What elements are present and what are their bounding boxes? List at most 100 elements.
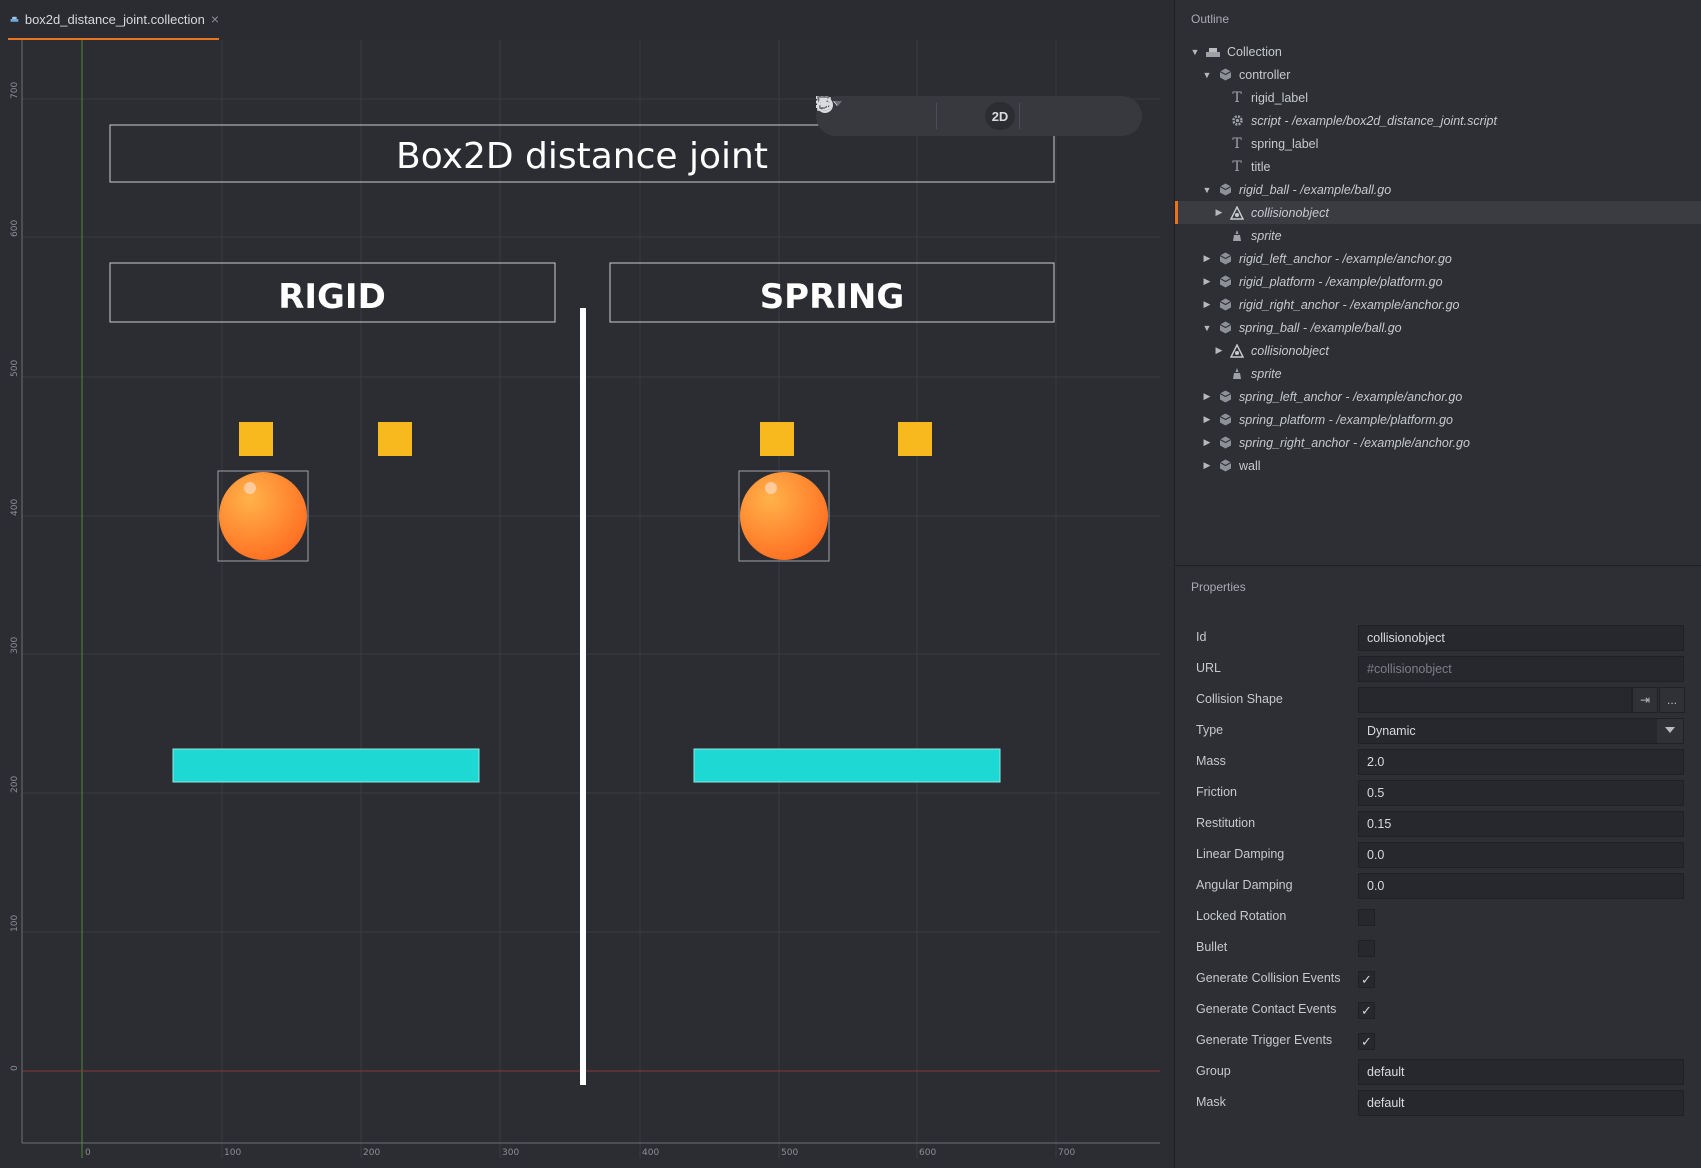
group-field[interactable]: default: [1358, 1059, 1684, 1085]
outline-item[interactable]: script - /example/box2d_distance_joint.s…: [1175, 109, 1701, 132]
rotate-icon[interactable]: [817, 97, 896, 131]
sprite-icon: [1229, 366, 1245, 382]
outline-item[interactable]: Trigid_label: [1175, 86, 1701, 109]
chevron-right-icon[interactable]: ▶: [1201, 299, 1213, 310]
restitution-field[interactable]: 0.15: [1358, 811, 1684, 837]
prop-label: Bullet: [1196, 940, 1228, 954]
rigid-platform[interactable]: [172, 748, 480, 783]
outline-item[interactable]: ▼ rigid_ball - /example/ball.go: [1175, 178, 1701, 201]
outline-item-label: sprite: [1251, 228, 1282, 243]
prop-label: Generate Collision Events: [1196, 971, 1341, 985]
rigid-ball[interactable]: [217, 470, 309, 562]
gameobject-icon: [1217, 251, 1233, 267]
gameobject-icon: [1217, 320, 1233, 336]
mass-field[interactable]: 2.0: [1358, 749, 1684, 775]
linear-damping-field[interactable]: 0.0: [1358, 842, 1684, 868]
spring-platform[interactable]: [693, 748, 1001, 783]
outline-item[interactable]: ▶ collisionobject: [1175, 201, 1701, 224]
prop-collision-shape: Collision Shape ⇥ ...: [1175, 685, 1701, 716]
outline-item[interactable]: ▶ rigid_left_anchor - /example/anchor.go: [1175, 247, 1701, 270]
spring-right-anchor[interactable]: [898, 422, 932, 456]
type-select[interactable]: Dynamic: [1358, 718, 1684, 744]
close-icon[interactable]: ×: [211, 11, 219, 27]
locked-rotation-checkbox[interactable]: [1358, 909, 1375, 926]
sprite-icon: [1229, 228, 1245, 244]
rigid-right-anchor[interactable]: [378, 422, 412, 456]
chevron-right-icon[interactable]: ▶: [1213, 207, 1225, 218]
outline-item[interactable]: ▶ spring_platform - /example/platform.go: [1175, 408, 1701, 431]
id-field[interactable]: collisionobject: [1358, 625, 1684, 651]
rigid-left-anchor[interactable]: [239, 422, 273, 456]
rigid-label: RIGID: [278, 277, 386, 317]
prop-type: Type Dynamic: [1175, 716, 1701, 747]
prop-label: Group: [1196, 1064, 1231, 1078]
mode-2d-button[interactable]: 2D: [985, 102, 1015, 130]
prop-angular-damping: Angular Damping 0.0: [1175, 871, 1701, 902]
prop-bullet: Bullet: [1175, 933, 1701, 964]
prop-label: URL: [1196, 661, 1222, 675]
outline-item[interactable]: Tspring_label: [1175, 132, 1701, 155]
chevron-right-icon[interactable]: ▶: [1201, 391, 1213, 402]
grid-icon[interactable]: [816, 96, 985, 131]
scene-title: Box2D distance joint: [396, 136, 768, 177]
visibility-filter-icon[interactable]: [817, 96, 1068, 131]
properties-title: Properties: [1191, 580, 1246, 594]
chevron-down-icon[interactable]: ▼: [1201, 323, 1213, 333]
generate-collision-events-checkbox[interactable]: ✓: [1358, 971, 1375, 988]
browse-button[interactable]: ...: [1659, 687, 1685, 713]
outline-item[interactable]: sprite: [1175, 362, 1701, 385]
goto-resource-icon[interactable]: ⇥: [1632, 687, 1658, 713]
chevron-right-icon[interactable]: ▶: [1201, 437, 1213, 448]
editor-area: box2d_distance_joint.collection × 700 60…: [0, 0, 1174, 1168]
chevron-right-icon[interactable]: ▶: [1201, 276, 1213, 287]
spring-left-anchor[interactable]: [760, 422, 794, 456]
toolbar-separator: [1019, 103, 1020, 129]
outline-item[interactable]: ▼ Collection: [1175, 40, 1701, 63]
angular-damping-field[interactable]: 0.0: [1358, 873, 1684, 899]
outline-item[interactable]: ▶ spring_right_anchor - /example/anchor.g…: [1175, 431, 1701, 454]
outline-item-label: rigid_left_anchor - /example/anchor.go: [1239, 251, 1452, 266]
ruler-x-label: 200: [363, 1148, 380, 1158]
chevron-down-icon[interactable]: ▼: [1201, 185, 1213, 195]
properties-panel: Properties Id collisionobject URL #colli…: [1175, 566, 1701, 1168]
chevron-right-icon[interactable]: ▶: [1201, 414, 1213, 425]
generate-contact-events-checkbox[interactable]: ✓: [1358, 1002, 1375, 1019]
outline-item-label: spring_left_anchor - /example/anchor.go: [1239, 389, 1463, 404]
outline-item[interactable]: sprite: [1175, 224, 1701, 247]
scene-viewport[interactable]: 700 600 500 400 300 200 100 0 0 100 200 …: [0, 40, 1174, 1168]
gameobject-icon: [1217, 435, 1233, 451]
outline-item[interactable]: ▶ rigid_right_anchor - /example/anchor.go: [1175, 293, 1701, 316]
generate-trigger-events-checkbox[interactable]: ✓: [1358, 1033, 1375, 1050]
url-field[interactable]: #collisionobject: [1358, 656, 1684, 682]
prop-label: Collision Shape: [1196, 692, 1283, 706]
outline-item[interactable]: ▶ collisionobject: [1175, 339, 1701, 362]
outline-item[interactable]: ▶ spring_left_anchor - /example/anchor.go: [1175, 385, 1701, 408]
chevron-right-icon[interactable]: ▶: [1201, 460, 1213, 471]
chevron-down-icon[interactable]: ▼: [1201, 70, 1213, 80]
ruler-y-label: 200: [10, 776, 20, 793]
outline-item-label: spring_ball - /example/ball.go: [1239, 320, 1402, 335]
prop-generate-trigger-events: Generate Trigger Events ✓: [1175, 1026, 1701, 1057]
tab-collection[interactable]: box2d_distance_joint.collection ×: [8, 0, 219, 40]
chevron-down-icon[interactable]: ▼: [1189, 47, 1201, 57]
camera-reset-icon[interactable]: [817, 98, 1112, 131]
scale-icon[interactable]: [817, 97, 932, 131]
collision-shape-field[interactable]: [1358, 687, 1632, 713]
wall[interactable]: [580, 308, 586, 1085]
scene-canvas[interactable]: 700 600 500 400 300 200 100 0 0 100 200 …: [0, 40, 1174, 1168]
prop-generate-contact-events: Generate Contact Events ✓: [1175, 995, 1701, 1026]
mask-field[interactable]: default: [1358, 1090, 1684, 1116]
outline-item-label: spring_right_anchor - /example/anchor.go: [1239, 435, 1470, 450]
prop-linear-damping: Linear Damping 0.0: [1175, 840, 1701, 871]
outline-item[interactable]: Ttitle: [1175, 155, 1701, 178]
outline-item[interactable]: ▶ wall: [1175, 454, 1701, 477]
chevron-right-icon[interactable]: ▶: [1201, 253, 1213, 264]
outline-item[interactable]: ▶ rigid_platform - /example/platform.go: [1175, 270, 1701, 293]
spring-ball[interactable]: [738, 470, 830, 562]
friction-field[interactable]: 0.5: [1358, 780, 1684, 806]
outline-item[interactable]: ▼ spring_ball - /example/ball.go: [1175, 316, 1701, 339]
outline-item[interactable]: ▼ controller: [1175, 63, 1701, 86]
bullet-checkbox[interactable]: [1358, 940, 1375, 957]
chevron-right-icon[interactable]: ▶: [1213, 345, 1225, 356]
chevron-down-icon: [1665, 727, 1675, 733]
